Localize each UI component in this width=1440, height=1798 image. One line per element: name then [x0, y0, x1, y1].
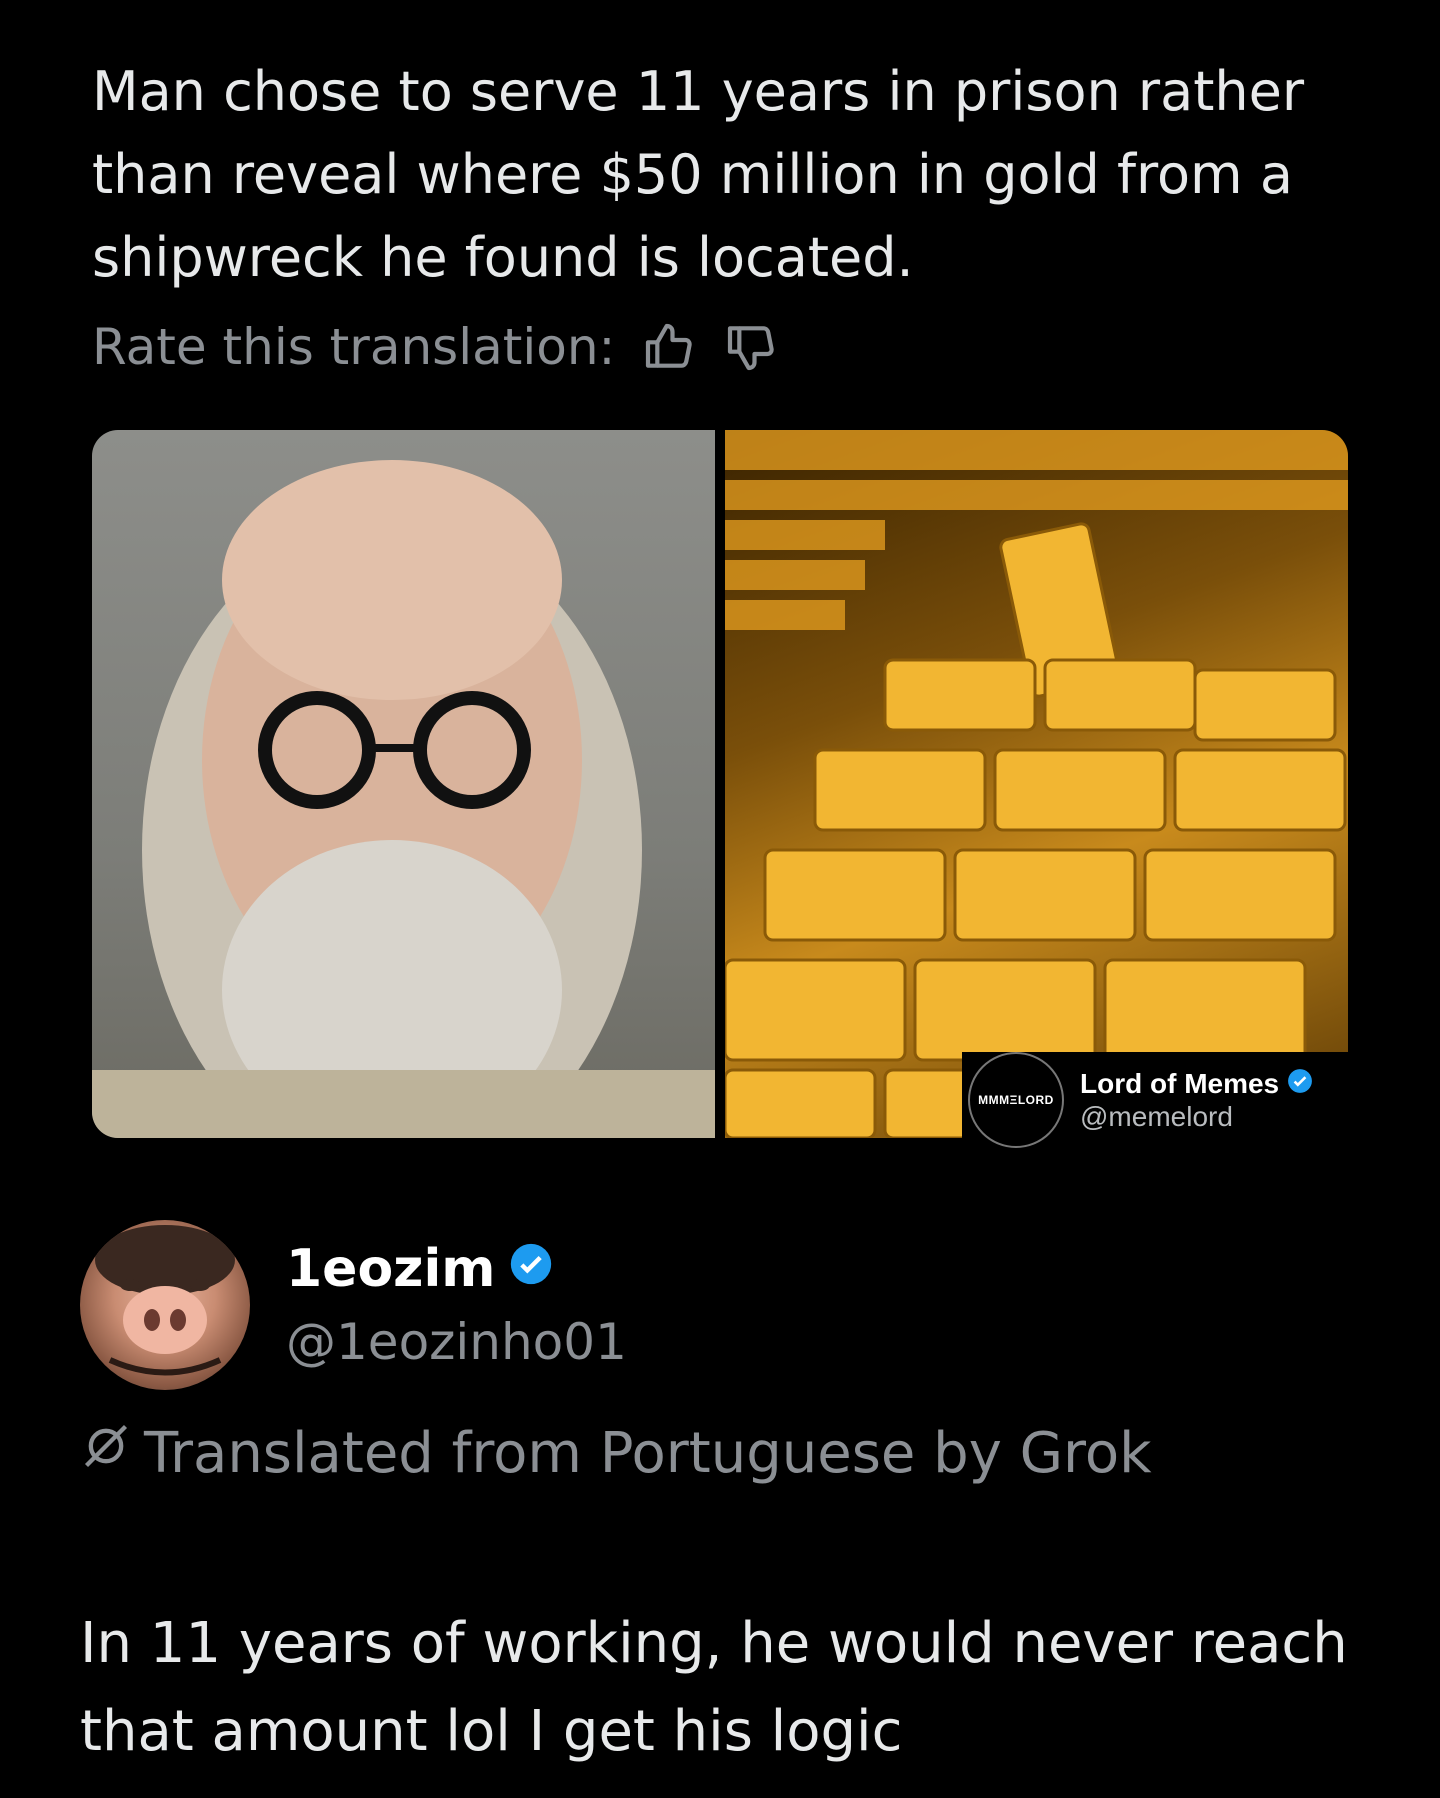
author-handle[interactable]: @1eozinho01 — [286, 1313, 627, 1371]
memelord-watermark: MΜMΞLORD Lord of Memes @memelord — [962, 1052, 1388, 1148]
mugshot-photo[interactable] — [92, 430, 715, 1138]
thumbs-down-icon[interactable] — [723, 319, 779, 375]
verified-badge-icon — [509, 1239, 553, 1299]
rate-translation-row: Rate this translation: — [92, 312, 779, 382]
grok-icon — [80, 1420, 132, 1486]
reply-author[interactable]: 1eozim @1eozinho01 — [80, 1220, 627, 1390]
verified-badge-icon — [1287, 1068, 1313, 1101]
thumbs-up-icon[interactable] — [641, 319, 697, 375]
author-name[interactable]: 1eozim — [286, 1239, 495, 1299]
watermark-handle: @memelord — [1080, 1100, 1233, 1132]
memelord-logo: MΜMΞLORD — [968, 1052, 1064, 1148]
avatar[interactable] — [80, 1220, 250, 1390]
reply-text: In 11 years of working, he would never r… — [80, 1611, 1348, 1764]
watermark-name: Lord of Memes — [1080, 1068, 1280, 1099]
media-grid[interactable] — [92, 430, 1348, 1138]
rate-translation-label: Rate this translation: — [92, 318, 616, 376]
translation-note: Translated from Portuguese by Grok — [80, 1420, 1152, 1486]
quoted-post-text: Man chose to serve 11 years in prison ra… — [92, 60, 1305, 289]
translation-note-text: Translated from Portuguese by Grok — [144, 1420, 1152, 1486]
gold-bars-photo[interactable] — [725, 430, 1348, 1138]
